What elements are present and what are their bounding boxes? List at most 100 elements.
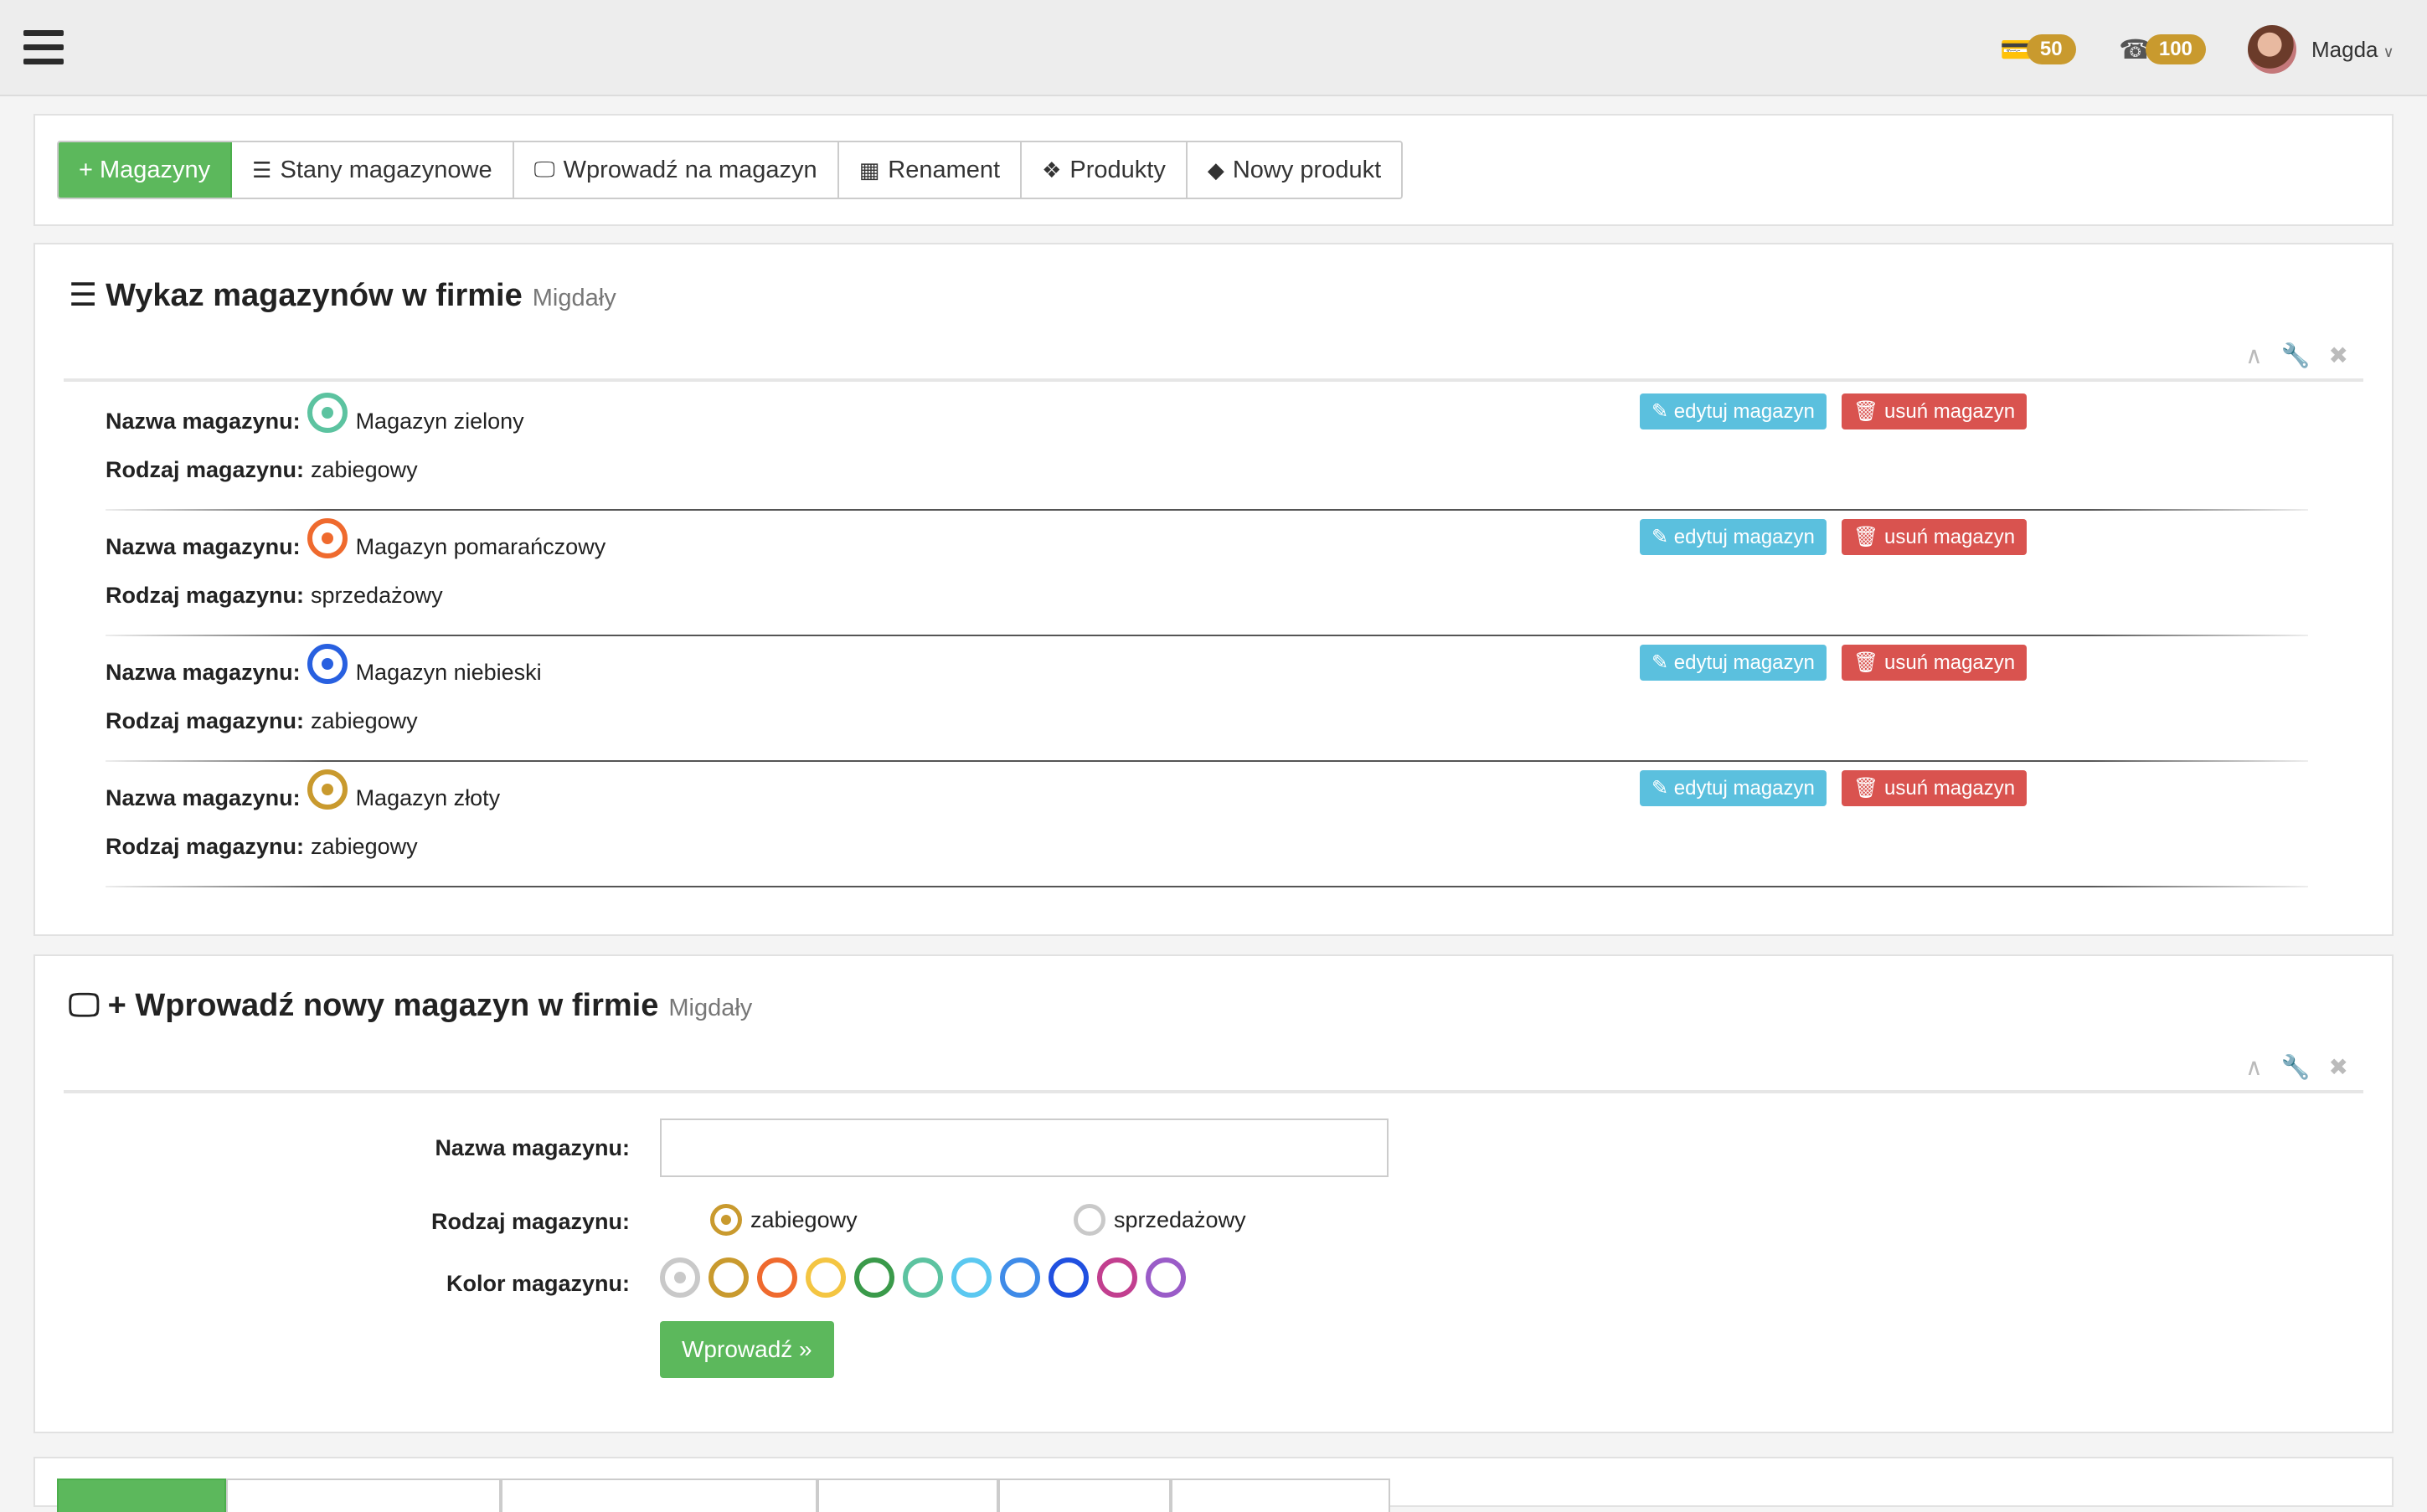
tab-wprowadz-na-magazyn[interactable] — [501, 1479, 817, 1512]
warehouse-list-panel: ☰ Wykaz magazynów w firmie Migdały ∧ 🔧 ✖… — [33, 243, 2394, 936]
tab-bar: + Magazyny ☰ Stany magazynowe 🖵 Wprowadź n… — [57, 141, 1404, 199]
type-field-label: Rodzaj magazynu: — [430, 1209, 630, 1234]
color-option-blue[interactable] — [1000, 1257, 1040, 1298]
type-label: Rodzaj magazynu: — [106, 708, 305, 733]
radio-unselected-icon — [1074, 1204, 1105, 1236]
color-ring-icon — [307, 643, 348, 684]
color-option-purple[interactable] — [1146, 1257, 1186, 1298]
color-ring-icon — [307, 517, 348, 558]
warehouse-name: Magazyn niebieski — [355, 660, 542, 685]
tab-wprowadz-na-magazyn[interactable]: 🖵 Wprowadź na magazyn — [513, 142, 839, 198]
hamburger-icon[interactable] — [23, 30, 64, 65]
warehouse-name-input[interactable] — [660, 1119, 1389, 1177]
tab-stany-magazynowe[interactable]: ☰ Stany magazynowe — [232, 142, 514, 198]
warehouse-type: zabiegowy — [311, 457, 418, 482]
submit-button[interactable]: Wprowadź » — [660, 1321, 834, 1378]
color-option-light-blue[interactable] — [951, 1257, 992, 1298]
panel-tools: ∧ 🔧 ✖ — [2245, 1053, 2348, 1081]
tab-renament[interactable] — [817, 1479, 998, 1512]
color-option-gold[interactable] — [709, 1257, 749, 1298]
delete-warehouse-button[interactable]: 🗑 usuń magazyn — [1841, 519, 2028, 555]
radio-sprzedazowy[interactable]: sprzedażowy — [1074, 1204, 1246, 1236]
calls-button[interactable]: ☎ 100 — [2119, 32, 2206, 67]
name-label: Nazwa magazynu: — [106, 409, 301, 434]
delete-warehouse-button[interactable]: 🗑 usuń magazyn — [1841, 393, 2028, 429]
cubes-icon: ❖ — [1042, 157, 1062, 183]
color-ring-icon — [307, 769, 348, 810]
cube-icon: ◆ — [1207, 157, 1224, 183]
panel-title: ☰ Wykaz magazynów w firmie Migdały — [69, 278, 616, 313]
database-icon: ☰ — [252, 157, 272, 183]
warehouse-row: Nazwa magazynu: Magazyn niebieski Rodzaj … — [106, 636, 2308, 762]
panel-tools: ∧ 🔧 ✖ — [2245, 342, 2348, 369]
warehouse-name: Magazyn pomarańczowy — [355, 534, 606, 559]
edit-warehouse-button[interactable]: ✎ edytuj magazyn — [1640, 645, 1827, 681]
color-picker — [660, 1257, 1186, 1298]
edit-warehouse-button[interactable]: ✎ edytuj magazyn — [1640, 770, 1827, 806]
color-option-green[interactable] — [854, 1257, 894, 1298]
color-ring-icon — [307, 392, 348, 433]
notifications-badge: 50 — [2026, 34, 2076, 64]
color-option-yellow[interactable] — [806, 1257, 846, 1298]
color-field-label: Kolor magazynu: — [446, 1271, 630, 1296]
database-icon: ☰ — [69, 278, 98, 313]
bottom-panel — [33, 1457, 2394, 1512]
color-option-orange[interactable] — [757, 1257, 797, 1298]
name-field-label: Nazwa magazynu: — [435, 1135, 630, 1160]
warehouse-type: zabiegowy — [311, 834, 418, 859]
row-divider — [106, 886, 2308, 887]
top-bar: 💳 50 ☎ 100 Magda ∨ — [0, 0, 2427, 96]
type-label: Rodzaj magazynu: — [106, 583, 305, 608]
color-option-gray[interactable] — [660, 1257, 700, 1298]
tab-nowy-produkt[interactable] — [1171, 1479, 1390, 1512]
tab-produkty[interactable] — [998, 1479, 1171, 1512]
edit-warehouse-button[interactable]: ✎ edytuj magazyn — [1640, 393, 1827, 429]
avatar[interactable] — [2248, 25, 2296, 74]
warehouse-row: Nazwa magazynu: Magazyn pomarańczowy Rodz… — [106, 511, 2308, 636]
divider — [64, 1090, 2363, 1093]
warehouse-name: Magazyn zielony — [355, 409, 524, 434]
close-icon[interactable]: ✖ — [2329, 342, 2348, 369]
warehouse-row: Nazwa magazynu: Magazyn złoty Rodzaj maga… — [106, 762, 2308, 887]
table-icon: ▦ — [858, 157, 880, 183]
warehouse-type: sprzedażowy — [311, 583, 443, 608]
tab-magazyny[interactable] — [57, 1479, 226, 1512]
color-option-dark-blue[interactable] — [1049, 1257, 1089, 1298]
warehouse-type: zabiegowy — [311, 708, 418, 733]
edit-warehouse-button[interactable]: ✎ edytuj magazyn — [1640, 519, 1827, 555]
name-label: Nazwa magazynu: — [106, 534, 301, 559]
name-label: Nazwa magazynu: — [106, 785, 301, 810]
warehouse-row: Nazwa magazynu: Magazyn zielony Rodzaj ma… — [106, 385, 2308, 511]
notifications-button[interactable]: 💳 50 — [2000, 32, 2076, 67]
panel-title: 🖵 + Wprowadź nowy magazyn w firmie Migda… — [69, 988, 753, 1023]
radio-zabiegowy[interactable]: zabiegowy — [710, 1204, 858, 1236]
bottom-tab-bar — [57, 1479, 1390, 1512]
user-name: Magda — [2311, 37, 2378, 62]
tab-renament[interactable]: ▦ Renament — [838, 142, 1023, 198]
tab-produkty[interactable]: ❖ Produkty — [1022, 142, 1188, 198]
tab-magazyny[interactable]: + Magazyny — [59, 142, 233, 198]
user-menu[interactable]: Magda ∨ — [2311, 37, 2394, 63]
warehouse-name: Magazyn złoty — [355, 785, 501, 810]
collapse-icon[interactable]: ∧ — [2245, 342, 2263, 369]
collapse-icon[interactable]: ∧ — [2245, 1053, 2263, 1081]
calls-badge: 100 — [2145, 34, 2206, 64]
delete-warehouse-button[interactable]: 🗑 usuń magazyn — [1841, 645, 2028, 681]
type-label: Rodzaj magazynu: — [106, 834, 305, 859]
color-option-magenta[interactable] — [1097, 1257, 1137, 1298]
color-option-teal[interactable] — [903, 1257, 943, 1298]
monitor-icon: 🖵 — [69, 988, 100, 1023]
tab-nowy-produkt[interactable]: ◆ Nowy produkt — [1187, 142, 1402, 198]
monitor-icon: 🖵 — [533, 157, 555, 182]
tab-stany-magazynowe[interactable] — [226, 1479, 501, 1512]
divider — [64, 378, 2363, 382]
company-name: Migdały — [532, 285, 616, 311]
close-icon[interactable]: ✖ — [2329, 1053, 2348, 1081]
new-warehouse-panel: 🖵 + Wprowadź nowy magazyn w firmie Migda… — [33, 954, 2394, 1433]
wrench-icon[interactable]: 🔧 — [2281, 342, 2311, 369]
company-name: Migdały — [668, 995, 753, 1021]
wrench-icon[interactable]: 🔧 — [2281, 1053, 2311, 1081]
tabs-panel: + Magazyny ☰ Stany magazynowe 🖵 Wprowadź n… — [33, 114, 2394, 226]
name-label: Nazwa magazynu: — [106, 660, 301, 685]
delete-warehouse-button[interactable]: 🗑 usuń magazyn — [1841, 770, 2028, 806]
